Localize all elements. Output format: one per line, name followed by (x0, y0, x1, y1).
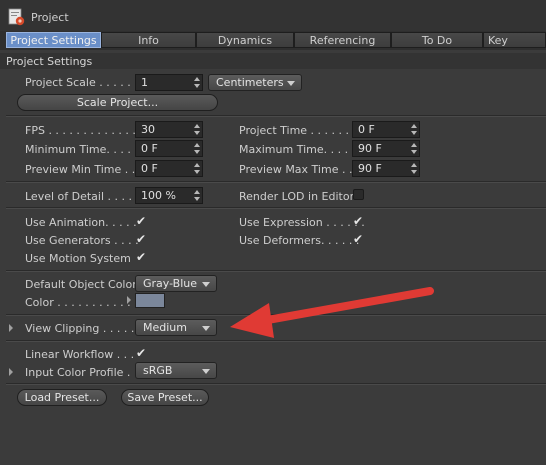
annotation-arrow-icon (230, 287, 434, 338)
